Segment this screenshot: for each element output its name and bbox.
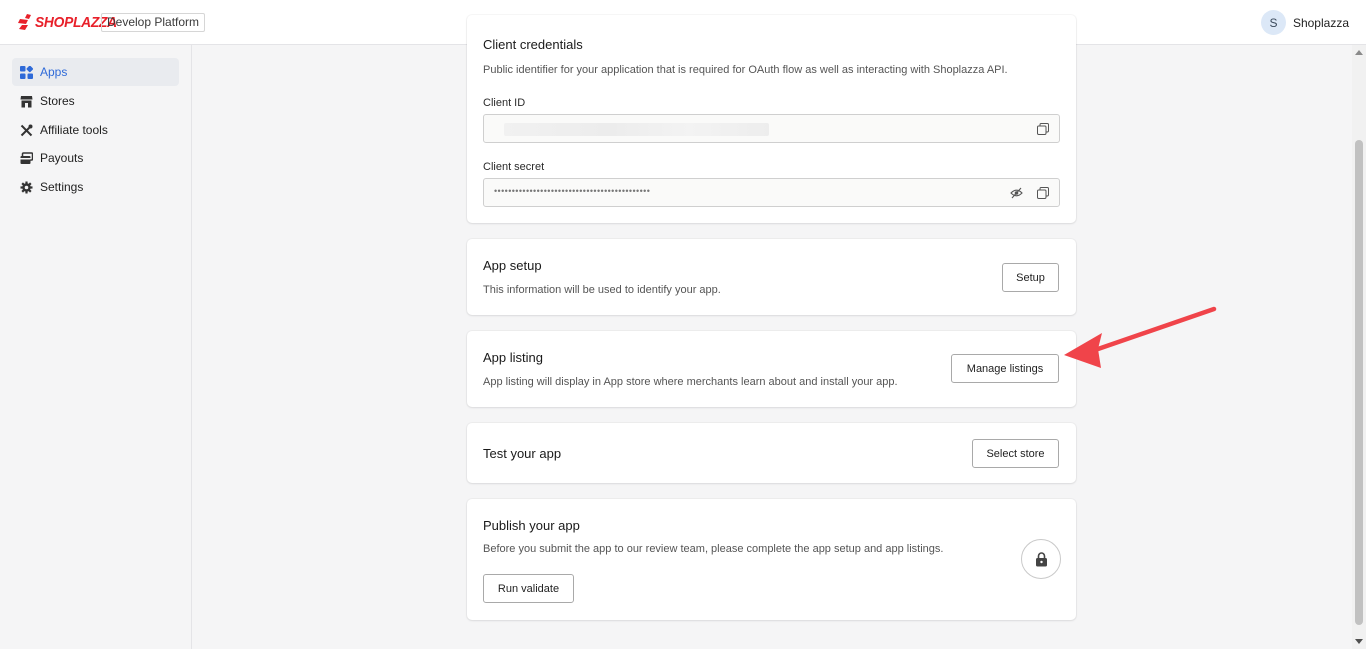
client-id-field[interactable] bbox=[483, 114, 1060, 143]
sidebar-item-label: Stores bbox=[40, 94, 75, 108]
sidebar-item-label: Payouts bbox=[40, 151, 84, 165]
test-app-title: Test your app bbox=[483, 446, 562, 461]
annotation-arrow-icon bbox=[1064, 306, 1217, 368]
client-secret-field[interactable]: ••••••••••••••••••••••••••••••••••••••••… bbox=[483, 178, 1060, 207]
sidebar-item-label: Settings bbox=[40, 180, 84, 194]
lock-badge bbox=[1021, 539, 1061, 579]
publish-app-title: Publish your app bbox=[483, 518, 580, 533]
apps-grid-icon bbox=[20, 65, 33, 79]
copy-icon[interactable] bbox=[1037, 123, 1049, 135]
app-setup-card: App setup This information will be used … bbox=[467, 239, 1076, 315]
scroll-thumb[interactable] bbox=[1355, 140, 1363, 625]
copy-icon[interactable] bbox=[1037, 187, 1049, 199]
client-credentials-description: Public identifier for your application t… bbox=[483, 64, 1008, 76]
scroll-down-arrow-icon[interactable] bbox=[1355, 639, 1363, 644]
client-secret-label: Client secret bbox=[483, 161, 545, 173]
vertical-scrollbar[interactable] bbox=[1352, 45, 1366, 649]
sidebar-item-affiliate-tools[interactable]: Affiliate tools bbox=[12, 116, 179, 144]
app-listing-title: App listing bbox=[483, 350, 543, 365]
publish-app-card: Publish your app Before you submit the a… bbox=[467, 499, 1076, 620]
test-app-card: Test your app Select store bbox=[467, 423, 1076, 483]
header-overlay bbox=[192, 0, 1352, 45]
sidebar-item-settings[interactable]: Settings bbox=[12, 173, 179, 201]
lock-icon bbox=[1035, 551, 1047, 566]
run-validate-button[interactable]: Run validate bbox=[483, 574, 574, 603]
app-setup-description: This information will be used to identif… bbox=[483, 284, 721, 296]
sidebar-item-stores[interactable]: Stores bbox=[12, 87, 179, 115]
gear-icon bbox=[20, 181, 33, 193]
manage-listings-button[interactable]: Manage listings bbox=[951, 354, 1059, 383]
app-listing-card: App listing App listing will display in … bbox=[467, 331, 1076, 407]
shoplazza-logo-icon bbox=[18, 14, 31, 30]
platform-tag: Develop Platform bbox=[101, 13, 206, 32]
payouts-icon bbox=[20, 151, 33, 164]
client-id-label: Client ID bbox=[483, 97, 526, 109]
sidebar: Apps Stores Affiliate tools Payouts Sett… bbox=[0, 45, 192, 649]
client-credentials-card: Client credentials Public identifier for… bbox=[467, 15, 1076, 223]
client-id-value-redacted bbox=[504, 123, 769, 136]
client-secret-value: ••••••••••••••••••••••••••••••••••••••••… bbox=[494, 186, 651, 196]
eye-hidden-icon[interactable] bbox=[1010, 187, 1023, 199]
scroll-up-arrow-icon[interactable] bbox=[1355, 50, 1363, 55]
sidebar-item-label: Affiliate tools bbox=[40, 123, 108, 137]
sidebar-item-apps[interactable]: Apps bbox=[12, 58, 179, 86]
publish-app-description: Before you submit the app to our review … bbox=[483, 543, 944, 555]
sidebar-item-label: Apps bbox=[40, 65, 68, 79]
setup-button[interactable]: Setup bbox=[1002, 263, 1059, 292]
select-store-button[interactable]: Select store bbox=[972, 439, 1059, 468]
app-listing-description: App listing will display in App store wh… bbox=[483, 376, 898, 388]
tools-icon bbox=[20, 124, 33, 136]
sidebar-item-payouts[interactable]: Payouts bbox=[12, 144, 179, 172]
store-icon bbox=[20, 95, 33, 107]
app-setup-title: App setup bbox=[483, 258, 542, 273]
